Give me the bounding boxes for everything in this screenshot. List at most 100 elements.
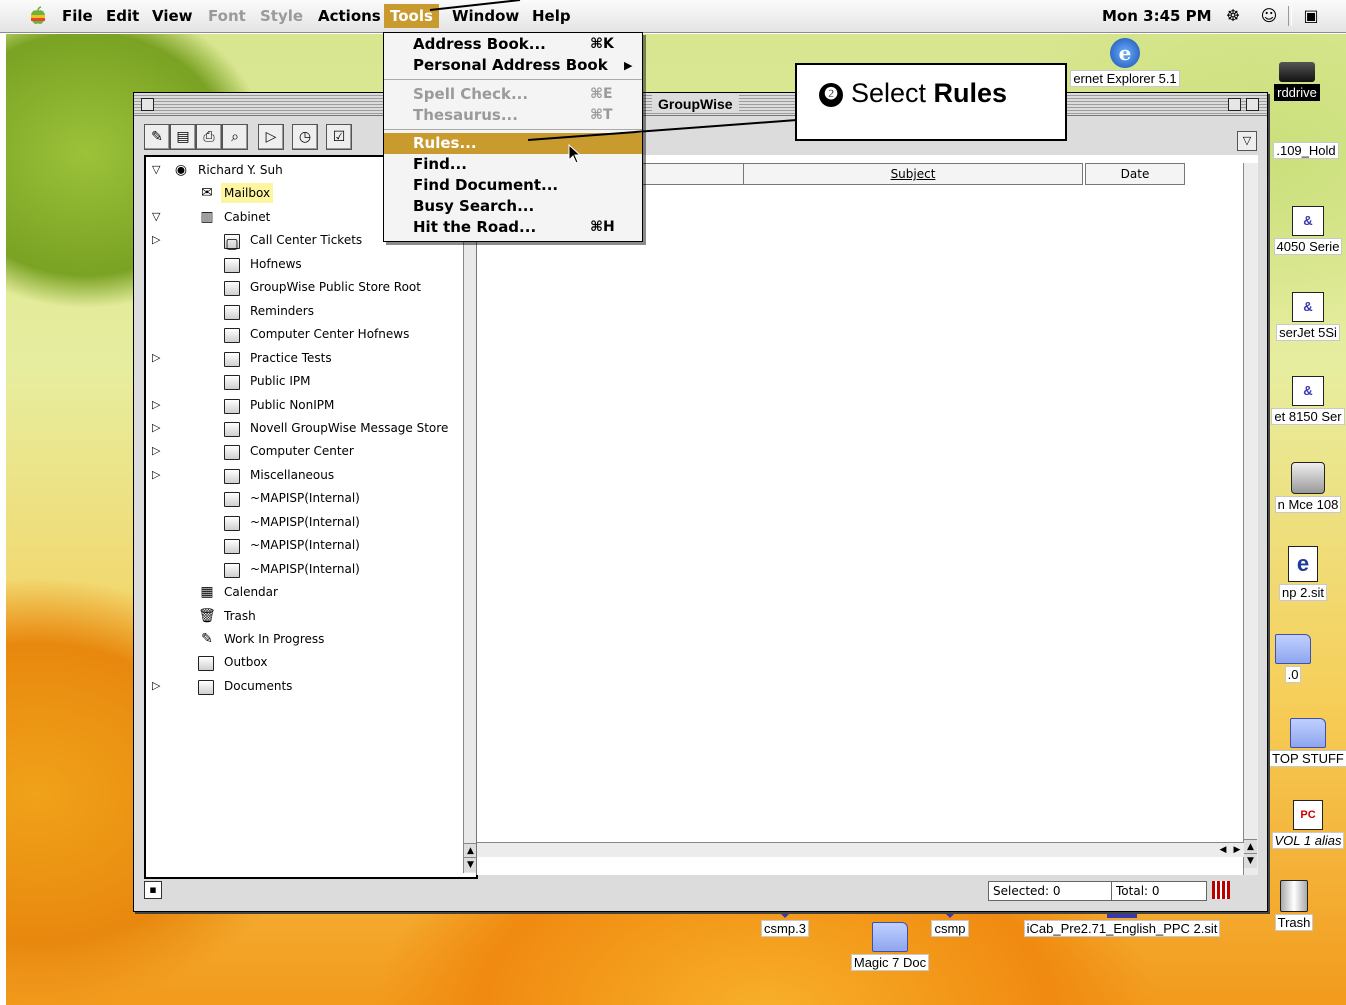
desktop-icon-csmp3[interactable]: csmp.3	[750, 910, 820, 937]
desktop-icon-vol-alias[interactable]: PC VOL 1 alias	[1268, 800, 1346, 849]
collapse-box[interactable]	[1246, 98, 1259, 111]
desktop-icon-top-stuff[interactable]: TOP STUFF	[1268, 718, 1346, 767]
scroll-right-arrow[interactable]: ▶	[1230, 843, 1244, 857]
view-dropdown-button[interactable]: ▽	[1237, 131, 1257, 151]
folder-tree-item[interactable]: 🗑 Trash	[146, 606, 462, 626]
menu-item-address-book[interactable]: Address Book... ⌘K	[384, 34, 642, 55]
toolbar-new-appointment-button[interactable]: ◷	[292, 124, 318, 150]
desktop-icon-printer-4050[interactable]: & 4050 Serie	[1268, 206, 1346, 255]
disclosure-closed-icon[interactable]: ▷	[152, 348, 164, 368]
desktop-icon-icab[interactable]: iCab_Pre2.71_English_PPC 2.sit	[1002, 910, 1242, 937]
folder-tree-item[interactable]: Outbox	[146, 652, 462, 672]
menu-item-rules[interactable]: Rules...	[384, 133, 642, 154]
toolbar-new-task-button[interactable]: ☑	[326, 124, 352, 150]
disclosure-open-icon[interactable]: ▽	[152, 160, 164, 180]
desktop-icon-folder-0[interactable]: .0	[1268, 634, 1318, 683]
scroll-up-arrow[interactable]: ▲	[1244, 839, 1257, 854]
printer-icon: &	[1292, 292, 1324, 322]
folder-tree-item[interactable]: Public IPM	[146, 371, 462, 391]
folder-tree-item[interactable]: ▦ Calendar	[146, 582, 462, 602]
mouse-pointer-icon	[568, 143, 582, 167]
user-icon[interactable]: ☺	[1258, 6, 1280, 26]
menu-help[interactable]: Help	[526, 4, 577, 28]
window-titlebar[interactable]: GroupWise	[134, 93, 1267, 116]
menu-window[interactable]: Window	[446, 4, 525, 28]
folder-tree-item[interactable]: ▷ Public NonIPM	[146, 395, 462, 415]
disclosure-closed-icon[interactable]: ▷	[152, 230, 164, 250]
disclosure-closed-icon[interactable]: ▷	[152, 395, 164, 415]
disclosure-closed-icon[interactable]: ▷	[152, 676, 164, 696]
folder-tree-item[interactable]: Hofnews	[146, 254, 462, 274]
disclosure-closed-icon[interactable]: ▷	[152, 418, 164, 438]
folder-label: ~MAPISP(Internal)	[250, 538, 360, 553]
folder-label: Work In Progress	[224, 632, 325, 646]
folder-tree-item[interactable]: GroupWise Public Store Root	[146, 277, 462, 297]
toolbar-print-button[interactable]: ⎙	[196, 124, 222, 150]
menu-font[interactable]: Font	[202, 4, 252, 28]
folder-tree-item[interactable]: ▷ Computer Center	[146, 441, 462, 461]
apple-icon[interactable]	[28, 6, 48, 26]
column-header-date[interactable]: Date	[1085, 163, 1185, 185]
toolbar-compose-button[interactable]: ✎	[144, 124, 170, 150]
desktop-icon-hold[interactable]: .109_Hold	[1266, 142, 1346, 159]
network-icon[interactable]: ▣	[1300, 6, 1322, 26]
menu-item-personal-address-book[interactable]: Personal Address Book ▶	[384, 55, 642, 76]
folder-tree-item[interactable]: ✎ Work In Progress	[146, 629, 462, 649]
menu-style[interactable]: Style	[254, 4, 309, 28]
folder-tree-scrollbar[interactable]: ▲ ▼	[463, 157, 476, 873]
folder-label: Miscellaneous	[250, 467, 335, 482]
scroll-left-arrow[interactable]: ◀	[1216, 843, 1230, 857]
desktop-icon-printer-mce[interactable]: n Mce 108	[1268, 462, 1346, 513]
menu-item-spell-check[interactable]: Spell Check... ⌘E	[384, 84, 642, 105]
folder-icon	[224, 562, 240, 578]
folder-tree-item[interactable]: ~MAPISP(Internal)	[146, 535, 462, 555]
menu-item-find[interactable]: Find...	[384, 154, 642, 175]
folder-tree-item[interactable]: ▷ Documents	[146, 676, 462, 696]
column-header-subject[interactable]: Subject	[743, 163, 1083, 185]
folder-icon	[224, 468, 240, 484]
menu-tools[interactable]: Tools	[384, 4, 439, 28]
folder-label: Computer Center Hofnews	[250, 327, 410, 342]
message-list-hscrollbar[interactable]: ◀ ▶	[477, 842, 1244, 857]
app-switcher-icon[interactable]: ☸	[1222, 6, 1244, 26]
menu-item-thesaurus[interactable]: Thesaurus... ⌘T	[384, 105, 642, 126]
toolbar-search-button[interactable]: ⌕	[222, 124, 248, 150]
folder-icon	[224, 351, 240, 367]
folder-tree-item[interactable]: ~MAPISP(Internal)	[146, 512, 462, 532]
folder-tree-item[interactable]: ▷ Novell GroupWise Message Store	[146, 418, 462, 438]
folder-tree-item[interactable]: ~MAPISP(Internal)	[146, 488, 462, 508]
disclosure-open-icon[interactable]: ▽	[152, 207, 164, 227]
menubar-clock[interactable]: Mon 3:45 PM	[1102, 4, 1212, 28]
folder-tree-item[interactable]: ~MAPISP(Internal)	[146, 559, 462, 579]
mailbox-icon: ✉	[201, 185, 213, 202]
folder-tree-item[interactable]: ▷ Miscellaneous	[146, 465, 462, 485]
scroll-down-arrow[interactable]: ▼	[1244, 853, 1257, 868]
message-list-scrollbar[interactable]: ▲ ▼	[1243, 163, 1258, 875]
disclosure-closed-icon[interactable]: ▷	[152, 441, 164, 461]
toolbar-new-mail-button[interactable]: ▷	[258, 124, 284, 150]
desktop-icon-printer-laserjet[interactable]: & serJet 5Si	[1268, 292, 1346, 341]
disclosure-closed-icon[interactable]: ▷	[152, 465, 164, 485]
desktop-icon-magic7[interactable]: Magic 7 Doc	[842, 922, 938, 971]
desktop-icon-printer-8150[interactable]: & et 8150 Ser	[1268, 376, 1346, 425]
toolbar-open-button[interactable]: ▤	[170, 124, 196, 150]
folder-tree-item[interactable]: Computer Center Hofnews	[146, 324, 462, 344]
menu-actions[interactable]: Actions	[312, 4, 387, 28]
menu-file[interactable]: File	[56, 4, 99, 28]
menu-item-hit-the-road[interactable]: Hit the Road... ⌘H	[384, 217, 642, 238]
zoom-box[interactable]	[1228, 98, 1241, 111]
desktop-icon-internet-explorer[interactable]: e ernet Explorer 5.1	[1050, 38, 1200, 87]
menu-item-busy-search[interactable]: Busy Search...	[384, 196, 642, 217]
desktop-icon-trash[interactable]: Trash	[1264, 880, 1324, 931]
folder-label: Mailbox	[221, 183, 274, 204]
menu-view[interactable]: View	[146, 4, 199, 28]
window-title: GroupWise	[652, 95, 739, 113]
menu-item-find-document[interactable]: Find Document...	[384, 175, 642, 196]
work-in-progress-icon: ✎	[201, 631, 213, 647]
folder-tree-item[interactable]: Reminders	[146, 301, 462, 321]
folder-tree-item[interactable]: ▷ Practice Tests	[146, 348, 462, 368]
desktop-icon-archive[interactable]: e np 2.sit	[1268, 546, 1338, 601]
close-box[interactable]	[141, 98, 154, 111]
menu-edit[interactable]: Edit	[100, 4, 145, 28]
status-total: Total: 0	[1111, 881, 1207, 901]
